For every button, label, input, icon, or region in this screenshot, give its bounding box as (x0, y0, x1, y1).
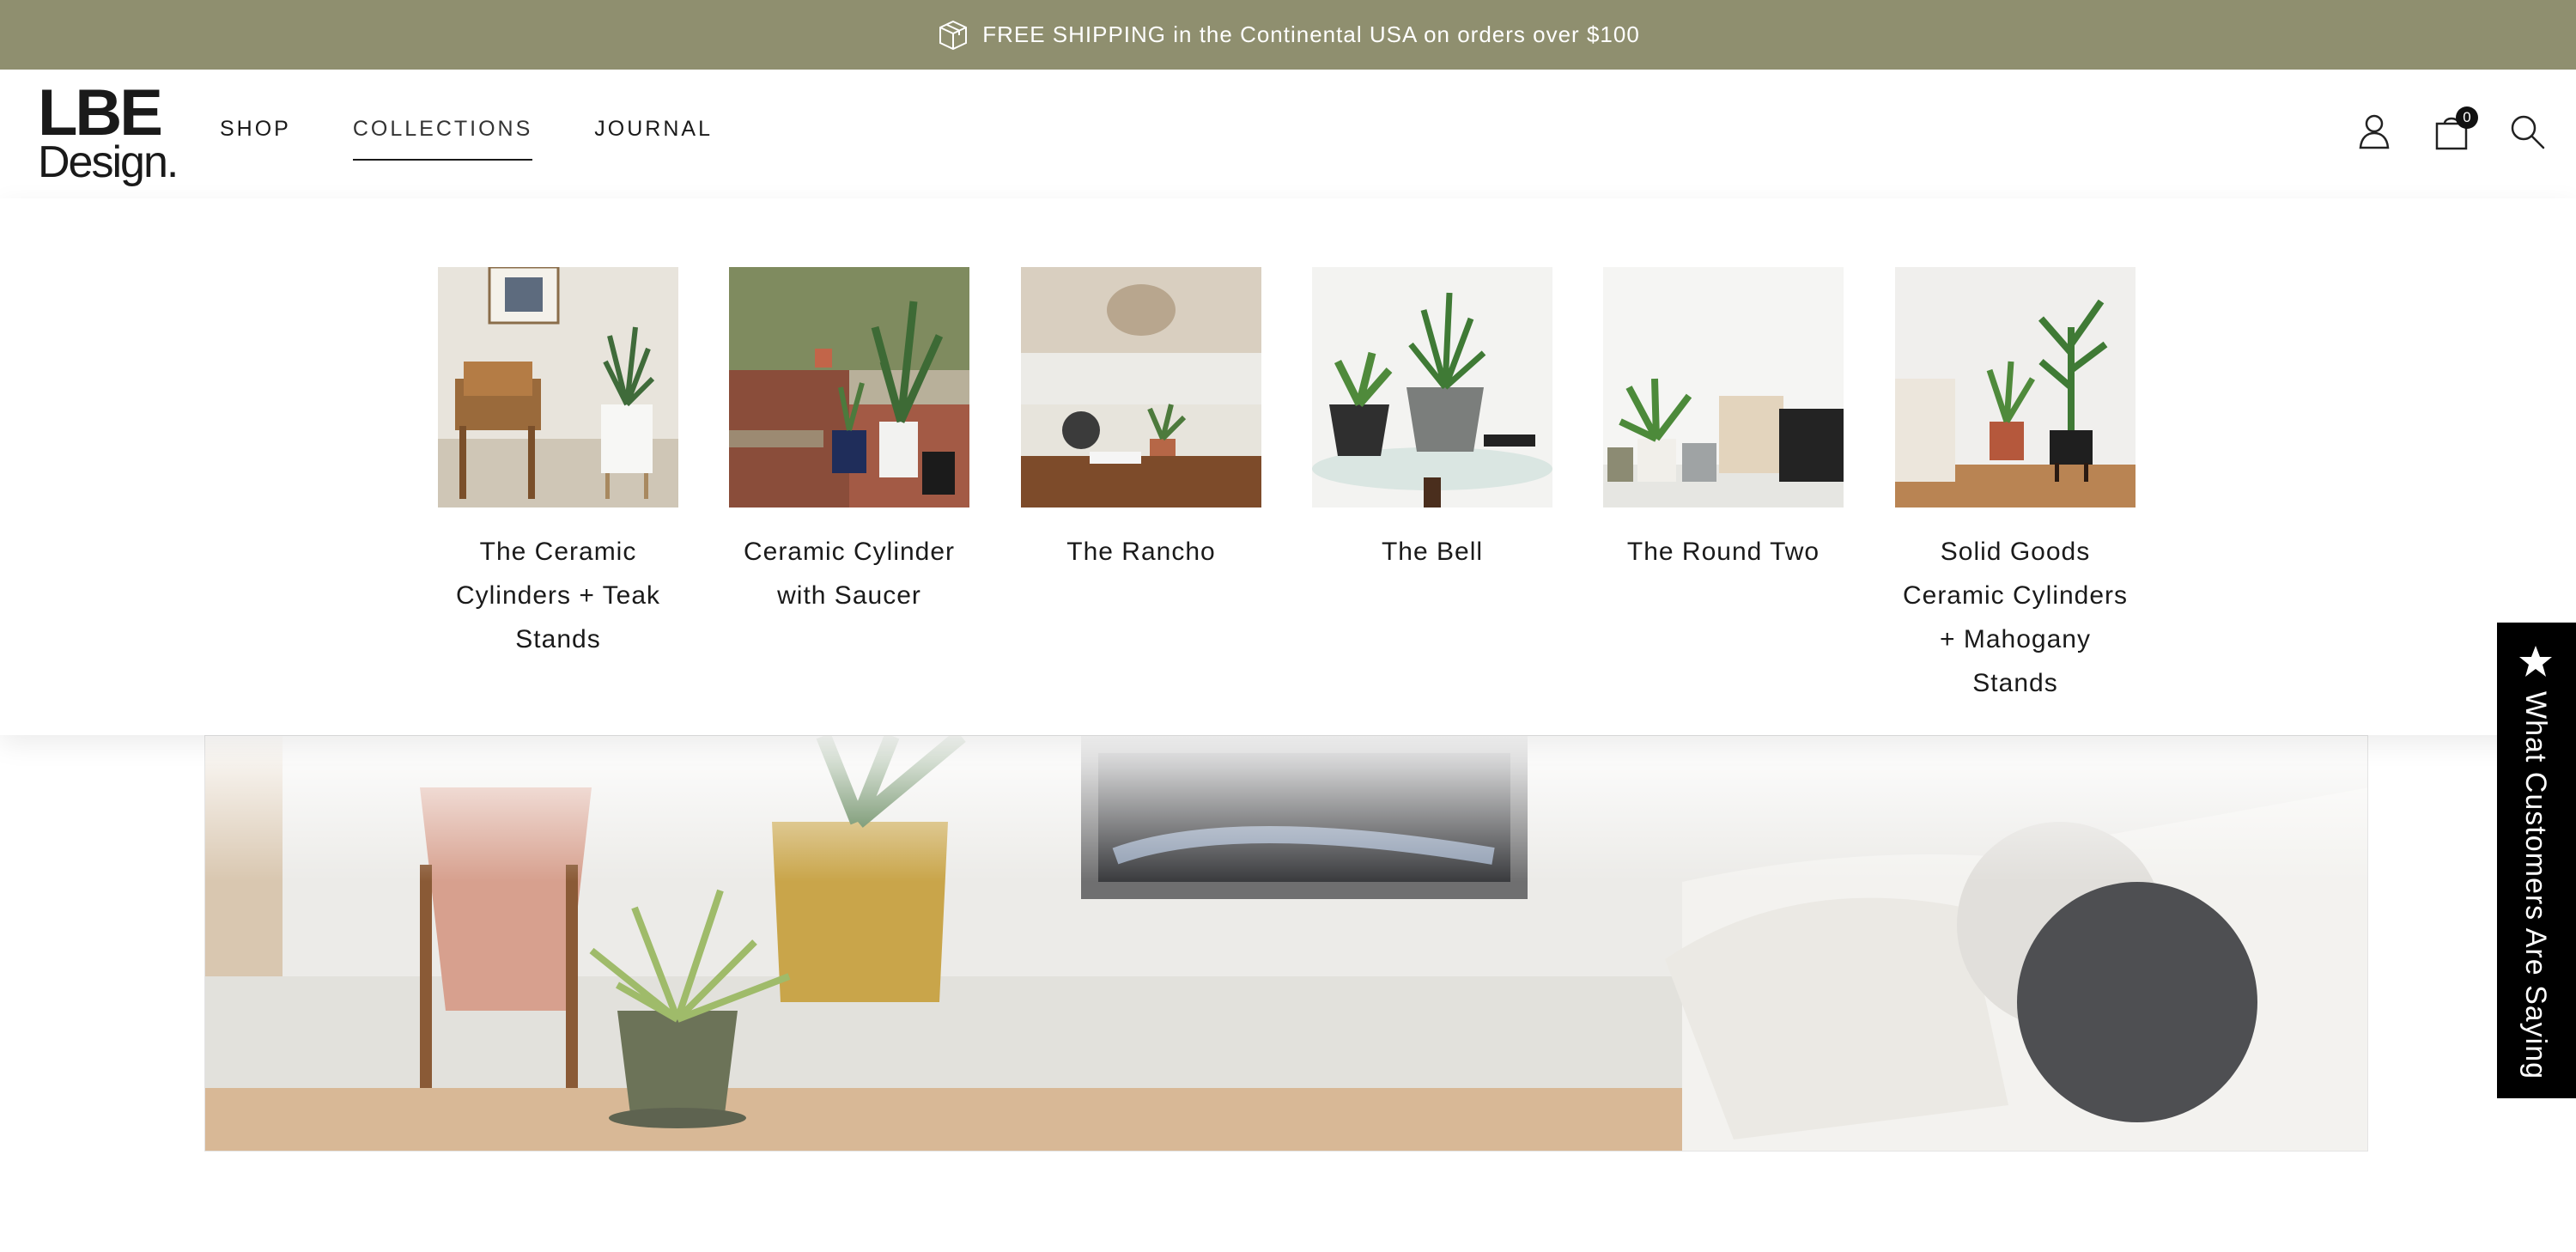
search-icon[interactable] (2506, 110, 2549, 153)
announcement-bar: FREE SHIPPING in the Continental USA on … (0, 0, 2576, 70)
collection-thumbnail (1895, 267, 2136, 507)
box-icon (939, 20, 968, 50)
brand-logo[interactable]: LBE Design. (38, 76, 179, 187)
logo-wordmark-bottom: Design. (38, 137, 179, 187)
collection-title: The Bell (1381, 538, 1484, 566)
nav-item-shop[interactable]: SHOP (220, 117, 291, 161)
collection-thumbnail (729, 267, 969, 507)
cart-button[interactable]: 0 (2430, 106, 2478, 153)
collection-card[interactable]: The Ceramic Cylinders + Teak Stands (438, 267, 678, 661)
collection-card[interactable]: The Rancho (1021, 267, 1261, 574)
reviews-tab-label: What Customers Are Saying (2519, 691, 2552, 1080)
collection-title: Solid Goods Ceramic Cylinders + Mahogany… (1902, 538, 2129, 697)
collection-thumbnail (1603, 267, 1844, 507)
site-header: LBE Design. SHOP COLLECTIONS JOURNAL 0 (0, 70, 2576, 198)
collection-thumbnail (438, 267, 678, 507)
reviews-side-tab[interactable]: What Customers Are Saying (2497, 623, 2576, 1098)
collections-mega-menu: The Ceramic Cylinders + Teak Stands Cera… (0, 198, 2576, 735)
hero-image (204, 735, 2368, 1152)
collection-title: The Round Two (1626, 538, 1820, 566)
user-icon[interactable] (2353, 110, 2396, 153)
collection-thumbnail (1021, 267, 1261, 507)
collection-card[interactable]: Solid Goods Ceramic Cylinders + Mahogany… (1895, 267, 2136, 705)
collection-card[interactable]: The Bell (1312, 267, 1552, 574)
nav-item-journal[interactable]: JOURNAL (594, 117, 713, 161)
nav-item-collections[interactable]: COLLECTIONS (352, 117, 533, 161)
cart-count-badge: 0 (2456, 106, 2478, 129)
logo-wordmark-top: LBE (38, 76, 163, 149)
collection-thumbnail (1312, 267, 1552, 507)
collection-title: Ceramic Cylinder with Saucer (743, 538, 956, 610)
collection-title: The Ceramic Cylinders + Teak Stands (455, 538, 661, 653)
collection-card[interactable]: Ceramic Cylinder with Saucer (729, 267, 969, 617)
star-icon (2519, 646, 2552, 677)
collection-title: The Rancho (1066, 538, 1216, 566)
header-actions: 0 (2353, 106, 2576, 161)
collection-card[interactable]: The Round Two (1603, 267, 1844, 574)
main-nav: SHOP COLLECTIONS JOURNAL (220, 117, 713, 161)
announcement-text: FREE SHIPPING in the Continental USA on … (982, 21, 1640, 47)
